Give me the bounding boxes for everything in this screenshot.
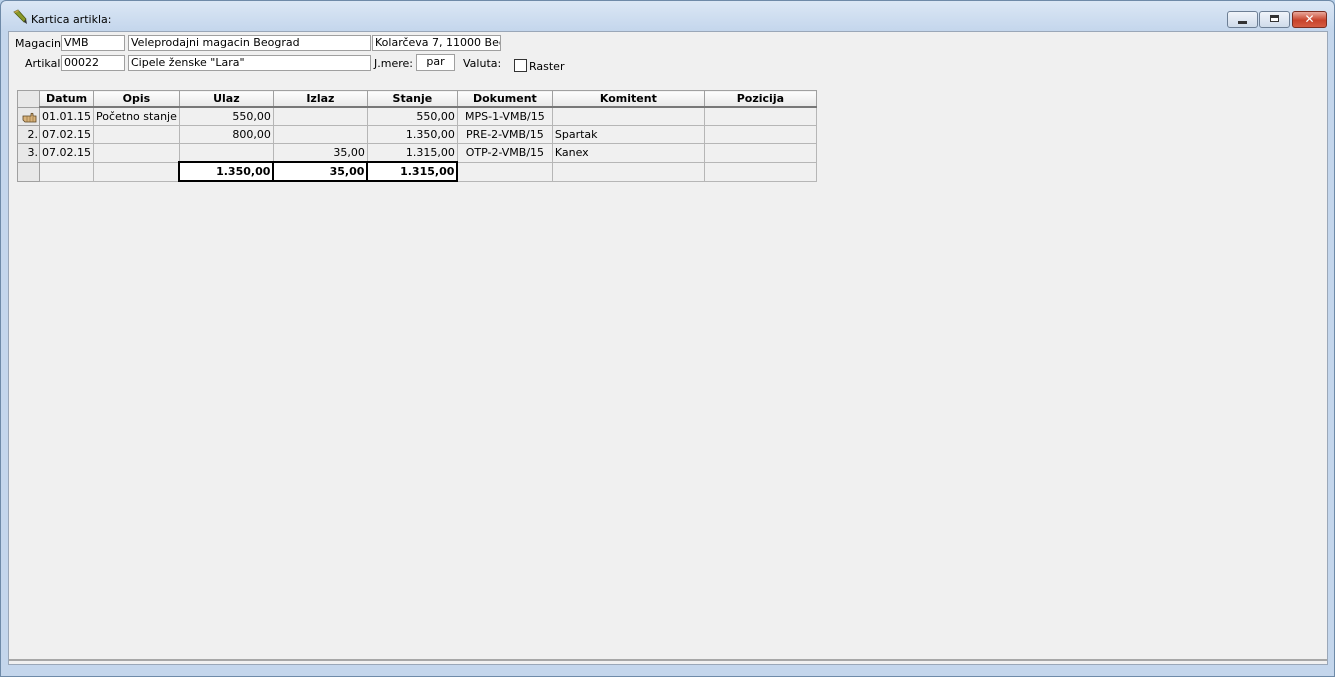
minimize-button[interactable]: [1227, 11, 1258, 28]
table-row[interactable]: 01.01.15 Početno stanje 550,00 550,00 MP…: [17, 106, 817, 126]
total-stanje: 1.315,00: [366, 161, 459, 182]
totals-row: 1.350,00 35,00 1.315,00: [17, 161, 817, 182]
table-row[interactable]: 2. 07.02.15 800,00 1.350,00 PRE-2-VMB/15…: [17, 125, 817, 144]
cell-stanje[interactable]: 1.350,00: [366, 125, 458, 144]
column-header-komitent[interactable]: Komitent: [551, 90, 705, 108]
row-indicator: [17, 161, 40, 182]
cell-komitent[interactable]: [551, 106, 705, 126]
cell-dokument[interactable]: OTP-2-VMB/15: [456, 143, 553, 163]
cell-izlaz[interactable]: [272, 106, 368, 126]
close-button[interactable]: ✕: [1292, 11, 1327, 28]
item-card-grid[interactable]: Datum Opis Ulaz Izlaz Stanje Dokument Ko…: [17, 90, 817, 182]
cell-stanje[interactable]: 1.315,00: [366, 143, 458, 163]
cell-datum[interactable]: 07.02.15: [39, 125, 94, 144]
client-area: Magacin: VMB Veleprodajni magacin Beogra…: [8, 31, 1328, 665]
cell-opis[interactable]: [92, 125, 180, 144]
column-header-stanje[interactable]: Stanje: [366, 90, 458, 108]
column-header-datum[interactable]: Datum: [39, 90, 94, 108]
cell-ulaz[interactable]: 550,00: [178, 106, 274, 126]
header-panel: Magacin: VMB Veleprodajni magacin Beogra…: [9, 32, 1327, 84]
minimize-icon: [1238, 21, 1247, 24]
cell-pozicija[interactable]: [703, 106, 817, 126]
jmere-field[interactable]: par: [416, 54, 455, 71]
column-header-izlaz[interactable]: Izlaz: [272, 90, 368, 108]
cell-empty: [703, 161, 817, 182]
row-indicator[interactable]: 2.: [17, 125, 40, 144]
close-icon: ✕: [1304, 12, 1315, 26]
cell-dokument[interactable]: PRE-2-VMB/15: [456, 125, 553, 144]
cell-empty: [551, 161, 705, 182]
cell-datum[interactable]: 07.02.15: [39, 143, 94, 163]
grid-area: Datum Opis Ulaz Izlaz Stanje Dokument Ko…: [9, 83, 1327, 664]
cell-empty: [39, 161, 94, 182]
cell-ulaz[interactable]: 800,00: [178, 125, 274, 144]
table-row[interactable]: 3. 07.02.15 35,00 1.315,00 OTP-2-VMB/15 …: [17, 143, 817, 163]
cell-stanje[interactable]: 550,00: [366, 106, 458, 126]
cell-dokument[interactable]: MPS-1-VMB/15: [456, 106, 553, 126]
cell-komitent[interactable]: Spartak: [551, 125, 705, 144]
window-title: Kartica artikla:: [31, 13, 112, 26]
total-izlaz: 35,00: [272, 161, 369, 182]
magacin-address-field[interactable]: Kolarčeva 7, 11000 Beogra: [372, 35, 501, 51]
magacin-name-field[interactable]: Veleprodajni magacin Beograd: [128, 35, 371, 51]
magacin-code-field[interactable]: VMB: [61, 35, 125, 51]
cell-opis[interactable]: [92, 143, 180, 163]
column-header-dokument[interactable]: Dokument: [456, 90, 553, 108]
total-ulaz: 1.350,00: [178, 161, 275, 182]
pencil-icon: [12, 9, 28, 25]
artikal-code-field[interactable]: 00022: [61, 55, 125, 71]
valuta-label: Valuta:: [463, 57, 502, 70]
app-window: Kartica artikla: ✕ Magacin: VMB Veleprod…: [0, 0, 1335, 677]
maximize-button[interactable]: [1259, 11, 1290, 28]
jmere-label: J.mere:: [374, 57, 413, 70]
magacin-label: Magacin:: [15, 37, 65, 50]
grid-corner: [17, 90, 40, 108]
cell-ulaz[interactable]: [178, 143, 274, 163]
hand-pointer-icon: [22, 111, 38, 123]
cell-pozicija[interactable]: [703, 125, 817, 144]
row-indicator[interactable]: [17, 106, 40, 126]
cell-empty: [456, 161, 553, 182]
cell-empty: [92, 161, 180, 182]
column-header-ulaz[interactable]: Ulaz: [178, 90, 274, 108]
raster-checkbox[interactable]: [514, 59, 527, 72]
cell-opis[interactable]: Početno stanje: [92, 106, 180, 126]
title-bar[interactable]: Kartica artikla: ✕: [1, 1, 1334, 31]
cell-datum[interactable]: 01.01.15: [39, 106, 94, 126]
cell-izlaz[interactable]: 35,00: [272, 143, 368, 163]
column-header-pozicija[interactable]: Pozicija: [703, 90, 817, 108]
status-divider: [9, 659, 1327, 661]
row-indicator[interactable]: 3.: [17, 143, 40, 163]
cell-izlaz[interactable]: [272, 125, 368, 144]
cell-komitent[interactable]: Kanex: [551, 143, 705, 163]
artikal-name-field[interactable]: Cipele ženske "Lara": [128, 55, 371, 71]
cell-pozicija[interactable]: [703, 143, 817, 163]
maximize-icon: [1270, 15, 1279, 22]
artikal-label: Artikal:: [25, 57, 65, 70]
column-header-opis[interactable]: Opis: [92, 90, 180, 108]
raster-label[interactable]: Raster: [529, 60, 564, 73]
